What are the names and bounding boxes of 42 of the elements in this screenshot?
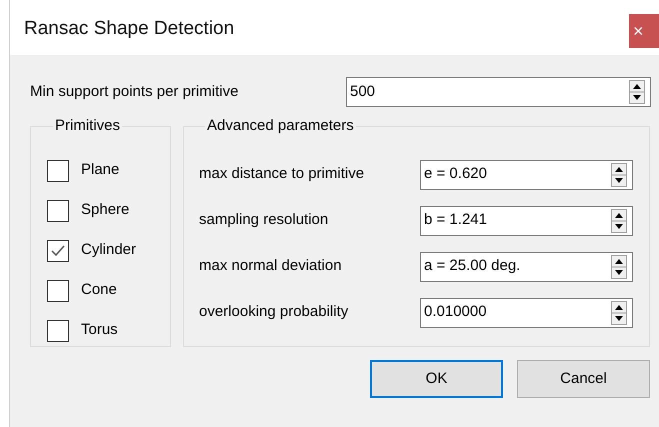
checkbox-label: Cylinder [81, 240, 136, 260]
checkbox-row[interactable]: Sphere [47, 200, 170, 222]
field-label: max normal deviation [199, 256, 343, 276]
field-label: overlooking probability [199, 302, 350, 322]
checkbox[interactable] [47, 200, 69, 222]
checkbox-row[interactable]: Plane [47, 160, 170, 182]
checkbox[interactable] [47, 160, 69, 182]
spin-box[interactable]: b = 1.241 [420, 206, 633, 236]
field-label: max distance to primitive [199, 164, 366, 184]
checkbox-row[interactable]: Cone [47, 280, 170, 302]
spin-arrows-icon[interactable] [629, 80, 645, 104]
spin-box[interactable]: a = 25.00 deg. [420, 252, 633, 282]
checkbox-label: Cone [81, 280, 117, 300]
spin-box[interactable]: 0.010000 [420, 298, 633, 328]
spin-arrows-icon[interactable] [611, 162, 627, 186]
spin-arrows-icon[interactable] [611, 208, 627, 232]
spin-arrows-icon[interactable] [611, 300, 627, 324]
field-label: sampling resolution [199, 210, 330, 230]
checkbox-row[interactable]: Cylinder [47, 240, 170, 262]
dialog-button[interactable]: Cancel [517, 360, 650, 398]
checkbox[interactable] [47, 280, 69, 302]
checkbox[interactable] [47, 320, 69, 342]
field-value: b = 1.241 [424, 210, 488, 230]
checkbox[interactable] [47, 240, 69, 262]
field-label: Min support points per primitive [30, 82, 240, 102]
spin-box[interactable]: 500 [346, 77, 651, 107]
field-value: a = 25.00 deg. [424, 256, 522, 276]
spin-arrows-icon[interactable] [611, 254, 627, 278]
field-value: 500 [350, 82, 376, 102]
spin-box[interactable]: e = 0.620 [420, 160, 633, 190]
close-button[interactable]: × [629, 14, 659, 48]
checkbox-row[interactable]: Torus [47, 320, 170, 342]
group-title: Primitives [54, 116, 122, 136]
dialog-button[interactable]: OK [370, 360, 503, 398]
field-value: 0.010000 [424, 302, 488, 322]
checkbox-label: Torus [81, 320, 118, 340]
checkbox-label: Plane [81, 160, 120, 180]
checkbox-label: Sphere [81, 200, 130, 220]
field-value: e = 0.620 [424, 164, 488, 184]
check-icon [51, 244, 65, 256]
group-title: Advanced parameters [206, 116, 355, 136]
window-title: Ransac Shape Detection [24, 17, 236, 41]
